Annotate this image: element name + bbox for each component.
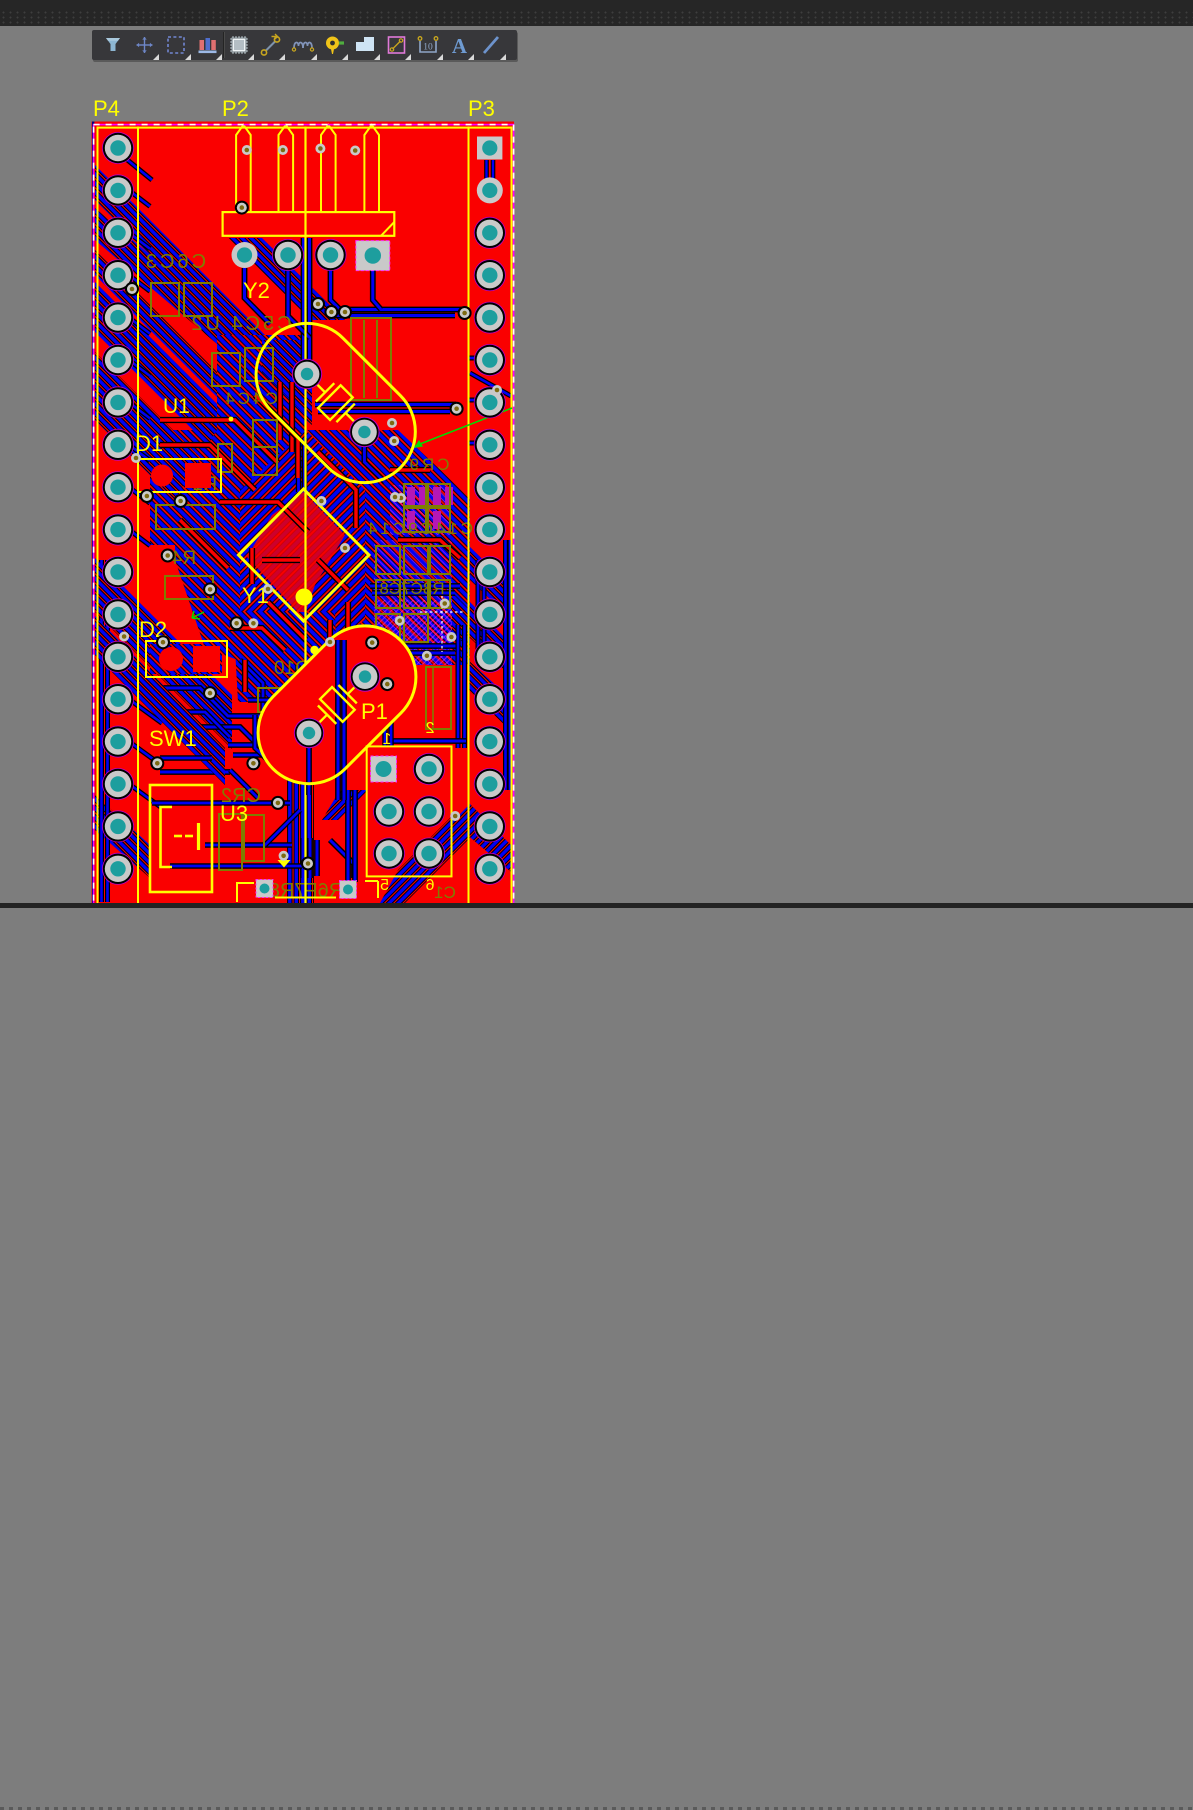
svg-text:R3C7C8: R3C7C8 — [379, 579, 444, 598]
svg-text:SW1: SW1 — [149, 726, 197, 751]
svg-text:R4: R4 — [171, 548, 196, 569]
svg-text:Y2: Y2 — [243, 278, 270, 303]
svg-text:U3: U3 — [220, 801, 248, 826]
svg-text:C6C3: C6C3 — [143, 251, 206, 273]
svg-text:C4C4: C4C4 — [222, 389, 277, 408]
svg-text:C14C9C14: C14C9C14 — [365, 519, 473, 538]
svg-text:5: 5 — [380, 877, 389, 894]
svg-text:6: 6 — [425, 877, 434, 894]
svg-text:P4: P4 — [93, 96, 120, 121]
svg-text:U1: U1 — [163, 395, 190, 418]
svg-text:C5C4 U2: C5C4 U2 — [188, 313, 291, 335]
svg-text:P3: P3 — [468, 96, 495, 121]
svg-text:P1: P1 — [361, 699, 388, 724]
svg-text:CR9: CR9 — [406, 455, 449, 474]
svg-text:1: 1 — [382, 731, 391, 748]
svg-text:C1: C1 — [434, 883, 456, 902]
svg-text:D1: D1 — [135, 431, 163, 456]
svg-text:2: 2 — [425, 720, 434, 737]
svg-text:P2: P2 — [222, 96, 249, 121]
